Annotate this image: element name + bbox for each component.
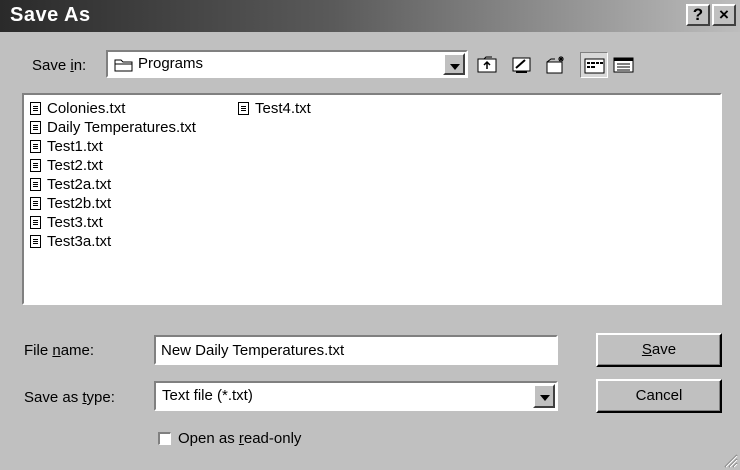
cancel-button[interactable]: Cancel: [596, 379, 722, 413]
desktop-icon: [512, 57, 531, 73]
list-item[interactable]: Test4.txt: [238, 99, 311, 118]
save-as-type-label: Save as type:: [24, 389, 115, 406]
list-item[interactable]: Test3.txt: [30, 213, 103, 232]
details-view-icon: [613, 57, 634, 73]
up-one-level-icon: [477, 56, 497, 73]
desktop-button[interactable]: [508, 52, 536, 78]
help-icon: ?: [692, 5, 704, 24]
file-list[interactable]: Colonies.txt Daily Temperatures.txt Test…: [22, 93, 722, 305]
window-title: Save As: [10, 4, 91, 26]
save-in-label: Save in:: [32, 57, 87, 74]
list-item[interactable]: Daily Temperatures.txt: [30, 118, 196, 137]
list-item[interactable]: Test3a.txt: [30, 232, 111, 251]
close-button[interactable]: ×: [712, 4, 736, 26]
read-only-label[interactable]: Open as read-only: [178, 430, 301, 447]
list-view-icon: [584, 58, 605, 74]
file-name-label: File name:: [24, 342, 95, 359]
new-folder-button[interactable]: [542, 52, 570, 78]
save-as-type-dropdown-arrow[interactable]: [533, 384, 555, 408]
text-file-icon: [30, 140, 41, 153]
close-icon: ×: [719, 5, 729, 24]
text-file-icon: [30, 235, 41, 248]
save-in-dropdown-arrow[interactable]: [443, 53, 465, 75]
list-item[interactable]: Test2.txt: [30, 156, 103, 175]
read-only-checkbox[interactable]: [158, 432, 171, 445]
list-item[interactable]: Test1.txt: [30, 137, 103, 156]
text-file-icon: [30, 216, 41, 229]
folder-icon: [114, 59, 133, 72]
up-one-level-button[interactable]: [474, 52, 502, 78]
list-view-button[interactable]: [580, 52, 608, 78]
text-file-icon: [30, 102, 41, 115]
text-file-icon: [238, 102, 249, 115]
text-file-icon: [30, 197, 41, 210]
save-as-type-dropdown[interactable]: Text file (*.txt): [154, 381, 558, 411]
file-name-field[interactable]: New Daily Temperatures.txt: [154, 335, 558, 365]
save-as-type-value: Text file (*.txt): [162, 387, 253, 404]
text-file-icon: [30, 178, 41, 191]
text-file-icon: [30, 159, 41, 172]
text-file-icon: [30, 121, 41, 134]
list-item[interactable]: Colonies.txt: [30, 99, 125, 118]
save-in-dropdown[interactable]: Programs: [106, 50, 468, 78]
list-item[interactable]: Test2b.txt: [30, 194, 111, 213]
file-name-value: New Daily Temperatures.txt: [161, 342, 345, 359]
save-button[interactable]: Save: [596, 333, 722, 367]
list-item[interactable]: Test2a.txt: [30, 175, 111, 194]
new-folder-icon: [546, 56, 564, 74]
save-as-dialog: Save As ? × Save in: Programs Colonies.t…: [0, 0, 740, 470]
save-in-value: Programs: [138, 55, 204, 72]
resize-grip-icon[interactable]: [722, 452, 738, 468]
details-view-button[interactable]: [610, 52, 638, 78]
title-bar[interactable]: Save As ? ×: [0, 0, 740, 32]
help-button[interactable]: ?: [686, 4, 710, 26]
